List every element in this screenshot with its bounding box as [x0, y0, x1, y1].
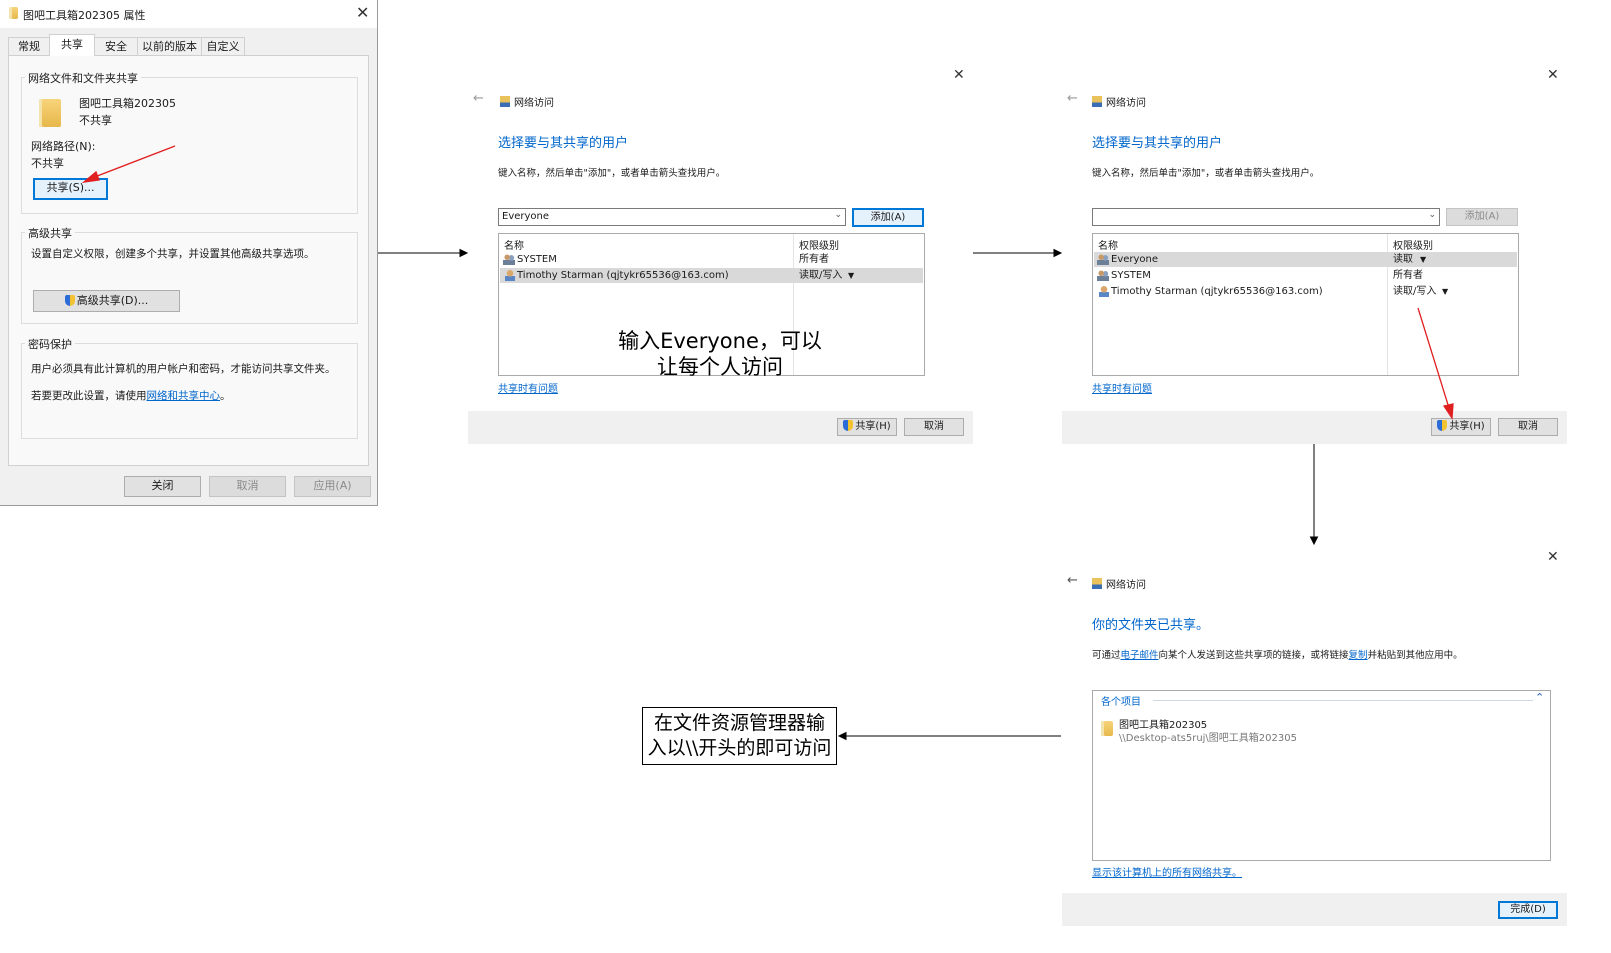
flow-arrowhead-4 — [837, 731, 847, 741]
tab-sharing[interactable]: 共享 — [49, 34, 95, 56]
flow-arrowhead-2 — [1053, 248, 1063, 258]
flow-arrows — [81, 145, 1454, 741]
flow-arrowhead-3 — [1309, 536, 1319, 546]
red-pointer-2-head — [1442, 403, 1454, 420]
red-pointer-2 — [1417, 307, 1450, 409]
red-pointer-1 — [91, 145, 176, 179]
red-pointer-1-head — [81, 170, 100, 183]
flow-arrowhead-1 — [459, 248, 469, 258]
